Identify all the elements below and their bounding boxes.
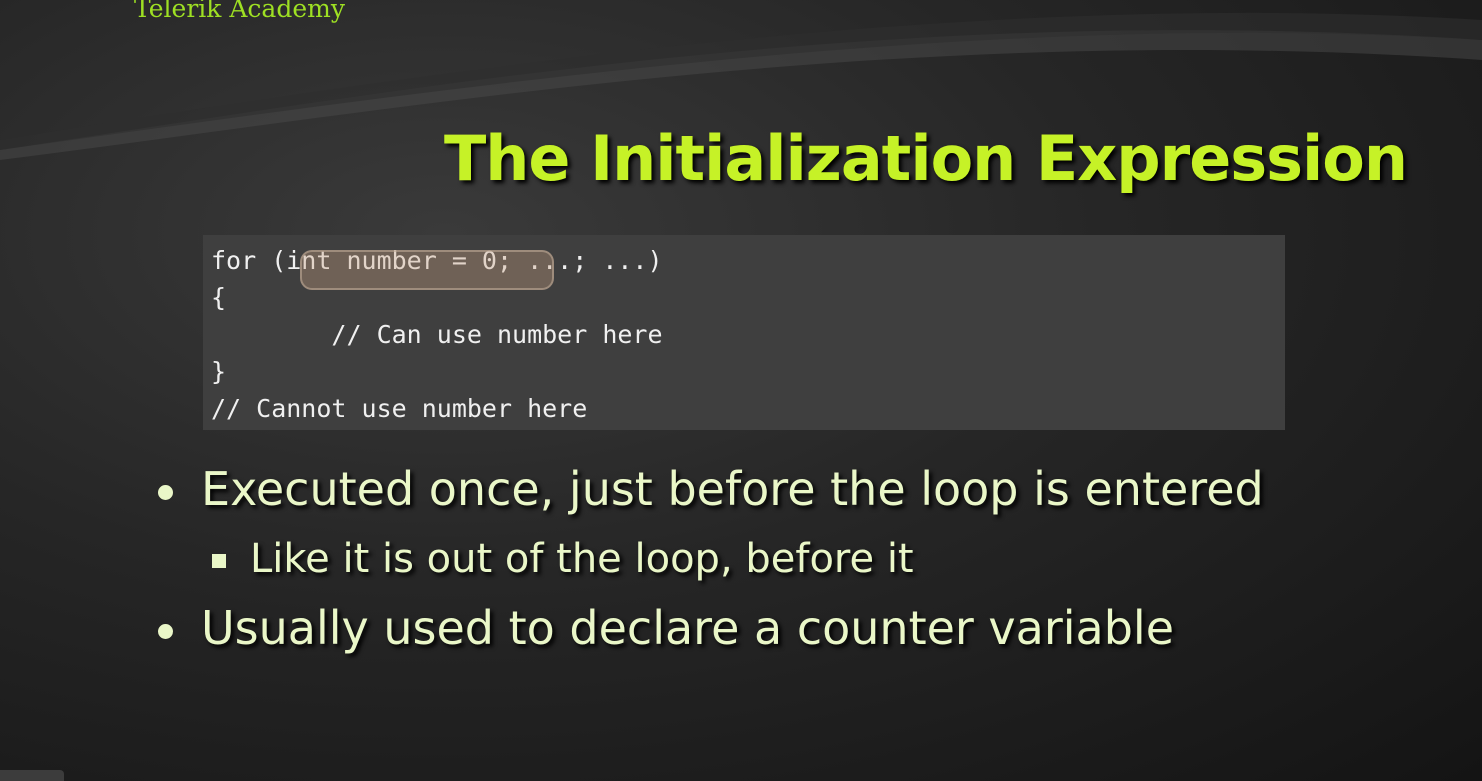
logo: Telerik Academy xyxy=(134,0,345,23)
bullet-icon xyxy=(158,485,173,500)
code-block: for (int number = 0; ...; ...) { // Can … xyxy=(203,235,1285,430)
bullet-text: Usually used to declare a counter variab… xyxy=(201,601,1175,655)
corner-tab xyxy=(0,770,64,781)
bullet-item: Usually used to declare a counter variab… xyxy=(158,601,1174,655)
slide-title: The Initialization Expression xyxy=(444,122,1408,195)
bullet-icon xyxy=(158,624,173,639)
bullet-item: Executed once, just before the loop is e… xyxy=(158,462,1264,516)
code-line: } xyxy=(211,357,227,386)
code-highlight xyxy=(300,250,554,290)
sub-bullet-text: Like it is out of the loop, before it xyxy=(250,536,914,582)
code-line: // Can use number here xyxy=(211,320,663,349)
square-bullet-icon xyxy=(212,554,226,568)
code-line: // Cannot use number here xyxy=(211,394,588,423)
bullet-text: Executed once, just before the loop is e… xyxy=(201,462,1264,516)
sub-bullet-item: Like it is out of the loop, before it xyxy=(212,536,914,582)
